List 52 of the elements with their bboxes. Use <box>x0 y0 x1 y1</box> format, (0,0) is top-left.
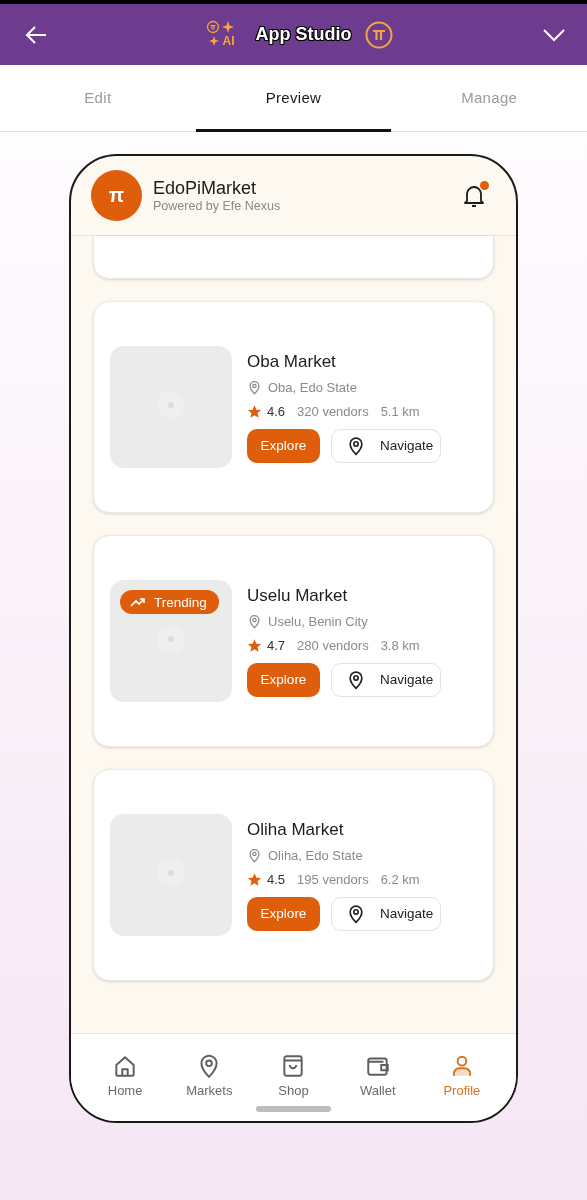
distance: 6.2 km <box>380 871 420 887</box>
market-name: Oba Market <box>247 351 337 372</box>
nav-item[interactable]: Profile <box>419 1050 504 1100</box>
rating-value: 4.7 <box>267 637 286 653</box>
star-icon <box>247 403 262 419</box>
explore-button[interactable]: Explore <box>247 896 320 931</box>
nav-item[interactable]: Home <box>83 1050 168 1100</box>
tab[interactable]: Edit <box>0 65 196 132</box>
distance: 5.1 km <box>380 403 420 419</box>
app-tagline: Powered by Efe Nexus <box>153 199 282 213</box>
trending-up-icon <box>130 597 146 607</box>
market-card[interactable]: Oliha Market Oliha, Edo State 4.5 195 vendors 6.2 km Explore Navigate <box>93 769 494 981</box>
ai-logo: AI <box>205 18 242 51</box>
trending-badge: Trending <box>120 590 219 614</box>
navigate-button[interactable]: Navigate <box>331 428 441 463</box>
navigate-button[interactable]: Navigate <box>331 662 441 697</box>
chevron-down-icon[interactable] <box>543 27 565 42</box>
nav-item[interactable]: Shop <box>251 1050 336 1100</box>
star-icon <box>247 871 262 887</box>
explore-button[interactable]: Explore <box>247 428 320 463</box>
location-pin-icon <box>346 903 366 924</box>
tab[interactable]: Preview <box>195 65 392 132</box>
market-location: Uselu, Benin City <box>268 613 368 629</box>
app-name: EdoPiMarket <box>153 178 258 199</box>
app-title: App Studio <box>255 24 352 45</box>
location-pin-icon <box>247 613 262 629</box>
location-pin-icon <box>247 847 262 863</box>
distance: 3.8 km <box>380 637 420 653</box>
app-logo: π <box>91 170 142 221</box>
location-pin-icon <box>346 435 366 456</box>
pi-coin-icon <box>365 20 394 49</box>
market-name: Uselu Market <box>247 585 349 606</box>
tab[interactable]: Manage <box>391 65 587 132</box>
market-location: Oba, Edo State <box>268 379 357 395</box>
market-card[interactable]: Oba Market Oba, Edo State 4.6 320 vendors 5.1 km Explore Navigate <box>93 301 494 513</box>
location-pin-icon <box>346 669 366 690</box>
market-location: Oliha, Edo State <box>268 847 363 863</box>
notification-bell-icon[interactable] <box>462 182 486 209</box>
vendor-count: 280 vendors <box>297 637 369 653</box>
back-arrow-icon[interactable] <box>24 24 48 45</box>
market-card[interactable]: Trending Uselu Market Uselu, Benin City 4.7 280 vendors 3.8 km Explore Navigate <box>93 535 494 747</box>
nav-item[interactable]: Markets <box>167 1050 252 1100</box>
rating-value: 4.6 <box>267 403 286 419</box>
vendor-count: 195 vendors <box>297 871 369 887</box>
location-pin-icon <box>247 379 262 395</box>
vendor-count: 320 vendors <box>297 403 369 419</box>
navigate-button[interactable]: Navigate <box>331 896 441 931</box>
rating-value: 4.5 <box>267 871 286 887</box>
star-icon <box>247 637 262 653</box>
nav-item[interactable]: Wallet <box>335 1050 420 1100</box>
market-name: Oliha Market <box>247 819 345 840</box>
explore-button[interactable]: Explore <box>247 662 320 697</box>
